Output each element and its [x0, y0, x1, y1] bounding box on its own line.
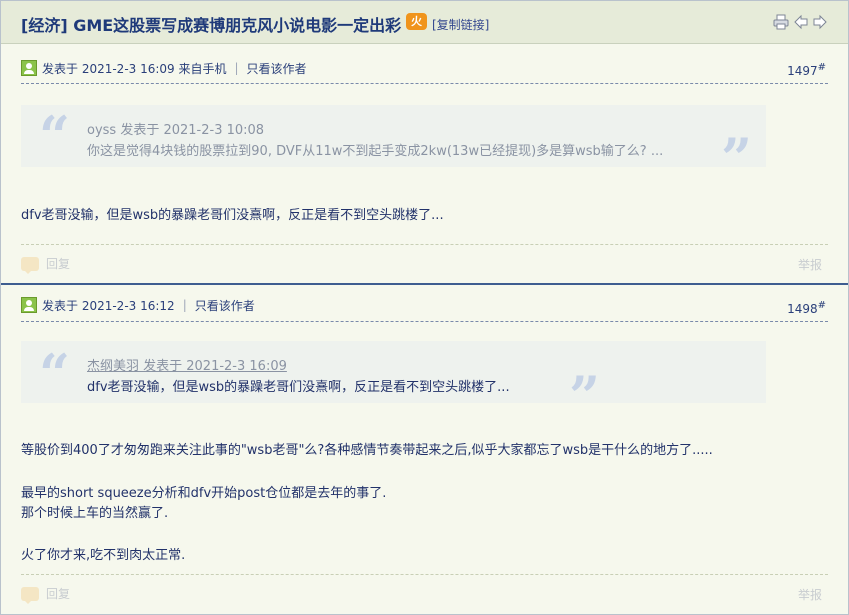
print-icon[interactable] — [773, 14, 789, 30]
post-content-line: 那个时候上车的当然赢了. — [21, 506, 169, 521]
post-content-line: dfv老哥没输，但是wsb的暴躁老哥们没熹啊，反正是看不到空头跳楼了... — [21, 208, 444, 223]
quote-author: oyss 发表于 2021-2-3 10:08 — [87, 123, 265, 138]
report-button[interactable]: 举报 — [798, 586, 822, 603]
floor-number-value: 1497 — [787, 64, 818, 78]
post-time: 发表于 2021-2-3 16:09 来自手机 — [42, 61, 227, 76]
divider — [21, 321, 828, 322]
meta-divider: | — [182, 298, 187, 312]
thread-view: [经济] GME这股票写成赛博朋克风小说电影一定出彩 火 [复制链接] 发表于 … — [0, 0, 849, 615]
report-button[interactable]: 举报 — [798, 256, 822, 273]
meta-divider: | — [234, 61, 239, 75]
quote-close-icon: ” — [721, 126, 753, 190]
thread-title: [经济] GME这股票写成赛博朋克风小说电影一定出彩 — [21, 16, 402, 35]
online-user-icon — [21, 60, 37, 76]
quote-author-link[interactable]: 杰纲美羽 发表于 2021-2-3 16:09 — [87, 355, 287, 374]
prev-arrow-icon[interactable] — [793, 14, 809, 30]
floor-number[interactable]: 1497# — [787, 62, 826, 78]
post-content-line: 火了你才来,吃不到肉太正常. — [21, 548, 186, 563]
quote-open-icon: “ — [39, 104, 71, 168]
floor-number[interactable]: 1498# — [787, 300, 826, 316]
post-time: 发表于 2021-2-3 16:12 — [42, 298, 175, 313]
floor-mark: # — [817, 62, 826, 73]
post-content-line: 等股价到400了才匆匆跑来关注此事的"wsb老哥"么?各种感情节奏带起来之后,似… — [21, 443, 713, 458]
thread-header: [经济] GME这股票写成赛博朋克风小说电影一定出彩 火 [复制链接] — [1, 1, 848, 44]
next-arrow-icon[interactable] — [812, 14, 828, 30]
reply-label: 回复 — [46, 587, 71, 601]
quote-block: “ oyss 发表于 2021-2-3 10:08 你这是觉得4块钱的股票拉到9… — [21, 104, 766, 185]
post-1498: 发表于 2021-2-3 16:12 | 只看该作者 1498# “ 杰纲美羽 … — [1, 285, 848, 614]
quote-close-icon: ” — [569, 364, 601, 428]
quote-text: dfv老哥没输，但是wsb的暴躁老哥们没熹啊，反正是看不到空头跳楼了... — [87, 380, 510, 395]
author-only-link[interactable]: 只看该作者 — [195, 297, 255, 314]
reply-button[interactable]: 回复 — [21, 585, 71, 604]
author-only-link[interactable]: 只看该作者 — [247, 60, 307, 77]
post-content-line: 最早的short squeeze分析和dfv开始post仓位都是去年的事了. — [21, 486, 387, 501]
reply-icon — [21, 256, 39, 274]
reply-label: 回复 — [46, 257, 71, 271]
footer-divider — [21, 244, 828, 245]
reply-button[interactable]: 回复 — [21, 255, 71, 274]
floor-mark: # — [817, 300, 826, 311]
footer-divider — [21, 574, 828, 575]
post-1497: 发表于 2021-2-3 16:09 来自手机 | 只看该作者 1497# “ … — [1, 45, 848, 283]
reply-icon — [21, 586, 39, 604]
quote-open-icon: “ — [39, 342, 71, 406]
post-meta: 发表于 2021-2-3 16:12 | 只看该作者 — [21, 296, 255, 314]
hot-badge: 火 — [406, 13, 427, 30]
floor-number-value: 1498 — [787, 302, 818, 316]
quote-block: “ 杰纲美羽 发表于 2021-2-3 16:09 dfv老哥没输，但是wsb的… — [21, 341, 766, 423]
divider — [21, 83, 828, 84]
online-user-icon — [21, 297, 37, 313]
copy-link-button[interactable]: [复制链接] — [432, 16, 489, 33]
post-meta: 发表于 2021-2-3 16:09 来自手机 | 只看该作者 — [21, 59, 307, 77]
quote-text: 你这是觉得4块钱的股票拉到90, DVF从11w不到起手变成2kw(13w已经提… — [87, 144, 664, 159]
